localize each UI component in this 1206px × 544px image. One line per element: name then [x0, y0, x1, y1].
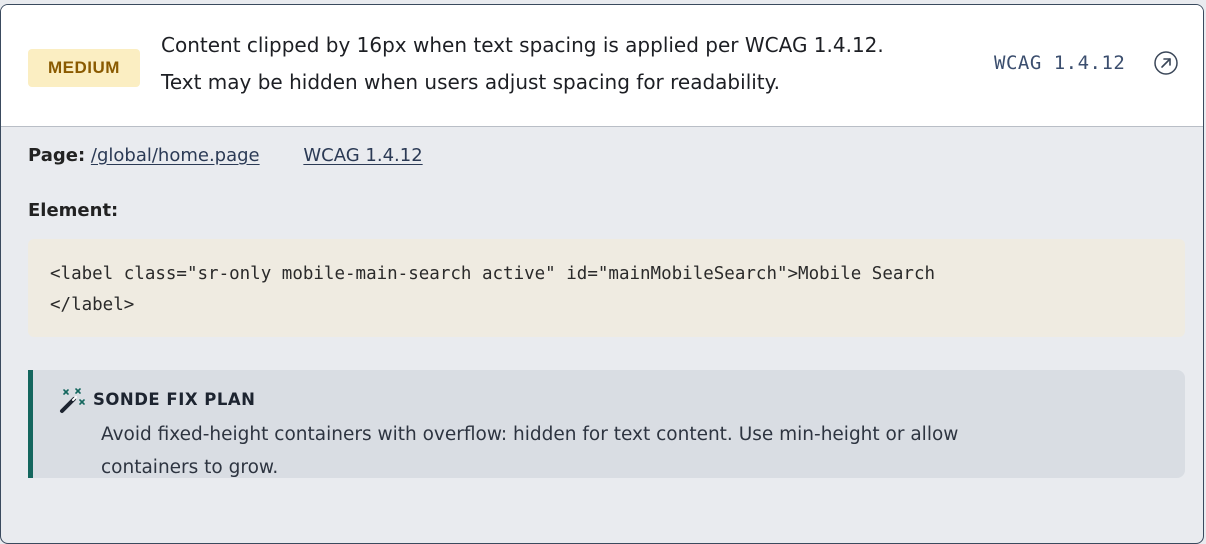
- issue-header[interactable]: MEDIUM Content clipped by 16px when text…: [1, 5, 1203, 127]
- page-info: Page: /global/home.page WCAG 1.4.12: [28, 145, 423, 166]
- fix-plan-text-line-1: Avoid fixed-height containers with overf…: [101, 424, 959, 445]
- fix-plan-panel: SONDE FIX PLAN Avoid fixed-height contai…: [28, 370, 1185, 478]
- element-code-block: <label class="sr-only mobile-main-search…: [28, 239, 1185, 337]
- fix-plan-text: Avoid fixed-height containers with overf…: [101, 418, 1161, 484]
- page-label: Page:: [28, 145, 86, 166]
- code-line-1: <label class="sr-only mobile-main-search…: [50, 264, 936, 284]
- issue-summary: Content clipped by 16px when text spacin…: [161, 27, 981, 101]
- fix-plan-title: SONDE FIX PLAN: [93, 390, 256, 409]
- arrow-up-right-circle-icon[interactable]: [1153, 50, 1179, 76]
- issue-card: MEDIUM Content clipped by 16px when text…: [0, 4, 1204, 544]
- page-link[interactable]: /global/home.page: [91, 145, 260, 166]
- element-label: Element:: [28, 200, 119, 221]
- wcag-link[interactable]: WCAG 1.4.12: [303, 145, 422, 166]
- issue-summary-line-2: Text may be hidden when users adjust spa…: [161, 70, 780, 94]
- magic-wand-icon: [60, 388, 85, 413]
- fix-plan-text-line-2: containers to grow.: [101, 457, 279, 478]
- issue-summary-line-1: Content clipped by 16px when text spacin…: [161, 33, 884, 57]
- wcag-criterion-code: WCAG 1.4.12: [994, 52, 1126, 74]
- severity-badge: MEDIUM: [28, 49, 140, 87]
- code-line-2: </label>: [50, 295, 135, 315]
